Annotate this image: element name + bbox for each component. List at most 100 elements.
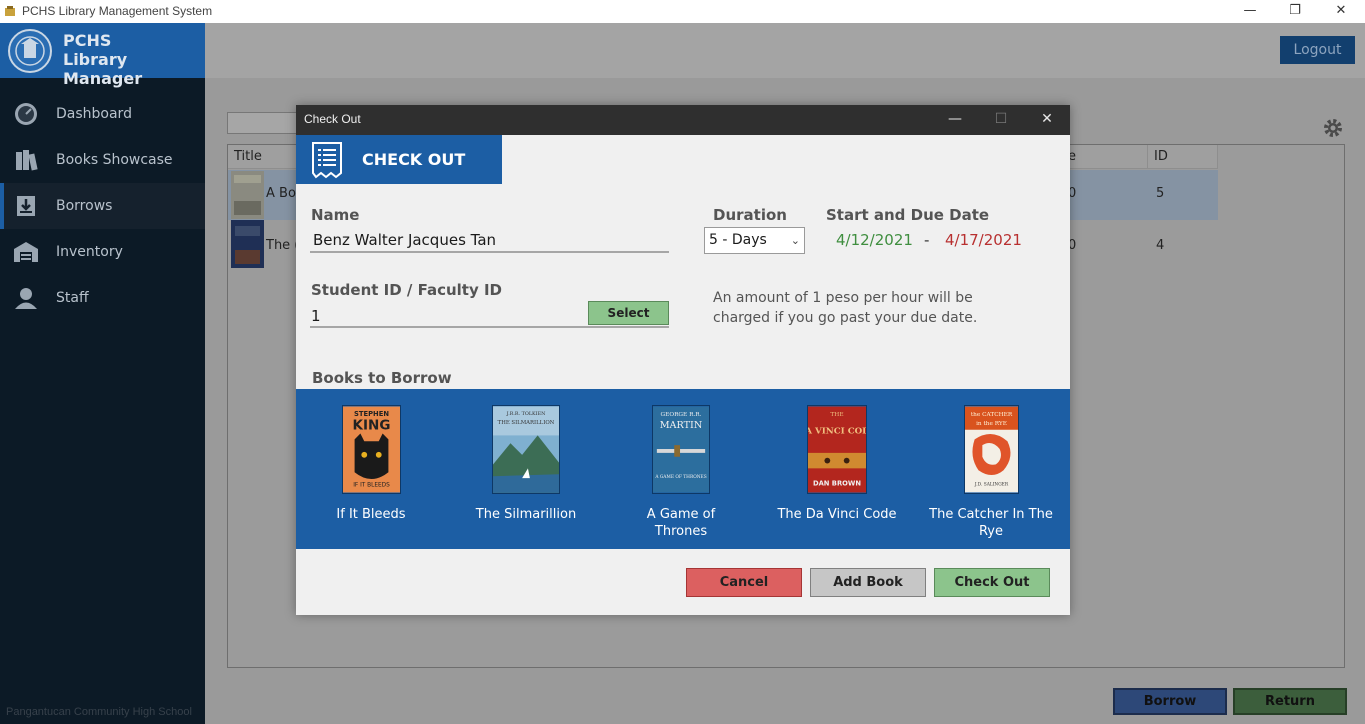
checkout-header-label: CHECK OUT [362, 150, 466, 169]
dialog-title: Check Out [304, 112, 361, 126]
duration-value: 5 - Days [709, 232, 767, 248]
name-field-underline [310, 251, 669, 253]
column-header-id[interactable]: ID [1148, 145, 1218, 169]
cover-name: THE SILMARILLION [498, 420, 555, 426]
cover-author: J.R.R. TOLKIEN [506, 411, 547, 417]
note-line-2: charged if you go past your due date. [713, 310, 978, 326]
receipt-icon [312, 142, 342, 179]
book-title-line2: Rye [978, 524, 1003, 539]
os-minimize-button[interactable]: — [1227, 0, 1273, 23]
name-label: Name [311, 206, 360, 224]
sidebar-item-label: Inventory [56, 244, 123, 260]
os-window-title: PCHS Library Management System [22, 4, 213, 18]
sidebar-item-label: Borrows [56, 198, 113, 214]
gear-icon[interactable] [1322, 117, 1344, 139]
book-title-line1: The Catcher In The [929, 507, 1053, 522]
id-field-underline [310, 326, 669, 328]
dialog-close-button[interactable]: ✕ [1024, 105, 1070, 135]
book-card-the-silmarillion[interactable]: J.R.R. TOLKIEN THE SILMARILLION The Silm… [451, 405, 601, 523]
books-to-borrow-list: STEPHEN KING IF IT BLEEDS If It Bleeds J… [296, 389, 1070, 549]
duration-select[interactable]: 5 - Days ⌄ [704, 227, 805, 254]
checkout-dialog: Check Out — ☐ ✕ CHECK OUT Name Benz Walt… [296, 105, 1070, 615]
sidebar-item-label: Books Showcase [56, 152, 173, 168]
checkout-header: CHECK OUT [296, 135, 502, 184]
start-date: 4/12/2021 [836, 231, 913, 249]
brand-line1: PCHS [63, 31, 112, 50]
book-title: If It Bleeds [336, 507, 406, 522]
sidebar-item-books-showcase[interactable]: Books Showcase [0, 137, 205, 183]
os-restore-button[interactable]: ❐ [1272, 0, 1318, 23]
book-title-line2: Thrones [654, 524, 708, 539]
book-cover: STEPHEN KING IF IT BLEEDS [341, 405, 401, 494]
row-title: A Bo [266, 186, 296, 201]
books-icon [16, 150, 38, 171]
dialog-minimize-button[interactable]: — [932, 105, 978, 135]
dialog-maximize-button[interactable]: ☐ [978, 105, 1024, 135]
book-title-line1: A Game of [646, 507, 716, 522]
sidebar: PCHS Library Manager Dashboard Books Sho… [0, 23, 205, 724]
book-card-a-game-of-thrones[interactable]: GEORGE R.R. MARTIN A GAME OF THRONES A G… [606, 405, 756, 540]
return-button[interactable]: Return [1233, 688, 1347, 715]
os-close-button[interactable]: ✕ [1318, 0, 1364, 23]
select-member-button[interactable]: Select [588, 301, 669, 325]
school-name-footer: Pangantucan Community High School [6, 706, 192, 718]
dates-label: Start and Due Date [826, 206, 990, 224]
brand-line2: Library Manager [63, 50, 143, 88]
top-bar [205, 23, 1365, 78]
due-date: 4/17/2021 [945, 231, 1022, 249]
sidebar-nav: Dashboard Books Showcase Borrows Invento… [0, 91, 205, 321]
brand-header: PCHS Library Manager [0, 23, 205, 88]
cover-name: in the RYE [976, 421, 1007, 427]
column-header-date[interactable]: e [1066, 145, 1148, 169]
late-fee-note: An amount of 1 peso per hour will be cha… [713, 288, 1013, 328]
logout-button[interactable]: Logout [1280, 36, 1355, 64]
os-titlebar: PCHS Library Management System — ❐ ✕ [0, 0, 1365, 23]
book-cover: THE DA VINCI CODE DAN BROWN [807, 405, 867, 494]
books-to-borrow-label: Books to Borrow [312, 369, 452, 387]
book-cover: the CATCHER in the RYE J.D. SALINGER [963, 405, 1019, 494]
app-icon [5, 6, 15, 16]
book-thumbnail [231, 171, 264, 219]
school-seal-icon [8, 29, 52, 73]
book-title: The Da Vinci Code [777, 507, 897, 522]
chevron-down-icon: ⌄ [790, 234, 800, 247]
cover-sub: A GAME OF THRONES [654, 475, 706, 480]
sidebar-item-staff[interactable]: Staff [0, 275, 205, 321]
search-input[interactable] [227, 112, 302, 134]
cover-sub: J.D. SALINGER [973, 483, 1008, 488]
sidebar-item-label: Staff [56, 290, 89, 306]
book-cover: GEORGE R.R. MARTIN A GAME OF THRONES [652, 405, 710, 494]
dialog-titlebar[interactable]: Check Out — ☐ ✕ [296, 105, 1070, 135]
book-cover: J.R.R. TOLKIEN THE SILMARILLION [492, 405, 560, 494]
add-book-button[interactable]: Add Book [810, 568, 926, 597]
cover-name: MARTIN [660, 420, 703, 431]
sidebar-item-dashboard[interactable]: Dashboard [0, 91, 205, 137]
id-label: Student ID / Faculty ID [311, 281, 502, 299]
duration-label: Duration [713, 206, 787, 224]
row-id: 4 [1156, 238, 1165, 253]
dashboard-icon [15, 103, 37, 125]
sidebar-item-inventory[interactable]: Inventory [0, 229, 205, 275]
id-field[interactable]: 1 [311, 307, 321, 325]
name-field[interactable]: Benz Walter Jacques Tan [313, 231, 496, 249]
cancel-button[interactable]: Cancel [686, 568, 802, 597]
check-out-button[interactable]: Check Out [934, 568, 1050, 597]
cover-name: DA VINCI CODE [807, 427, 867, 437]
book-card-the-catcher-in-the-rye[interactable]: the CATCHER in the RYE J.D. SALINGER The… [916, 405, 1066, 540]
date-separator: - [924, 231, 930, 249]
cover-name: KING [352, 418, 390, 434]
download-icon [17, 196, 35, 216]
row-title: The ( [266, 238, 300, 253]
row-id: 5 [1156, 186, 1165, 201]
cover-sub: IF IT BLEEDS [353, 483, 390, 489]
book-thumbnail [231, 220, 264, 268]
book-card-if-it-bleeds[interactable]: STEPHEN KING IF IT BLEEDS If It Bleeds [296, 405, 446, 523]
book-title: The Silmarillion [475, 507, 577, 522]
borrow-button[interactable]: Borrow [1113, 688, 1227, 715]
sidebar-item-label: Dashboard [56, 106, 132, 122]
user-icon [15, 288, 37, 309]
sidebar-item-borrows[interactable]: Borrows [0, 183, 205, 229]
warehouse-icon [14, 242, 38, 262]
book-card-the-da-vinci-code[interactable]: THE DA VINCI CODE DAN BROWN The Da Vinci… [762, 405, 912, 523]
cover-sub: DAN BROWN [813, 480, 861, 488]
